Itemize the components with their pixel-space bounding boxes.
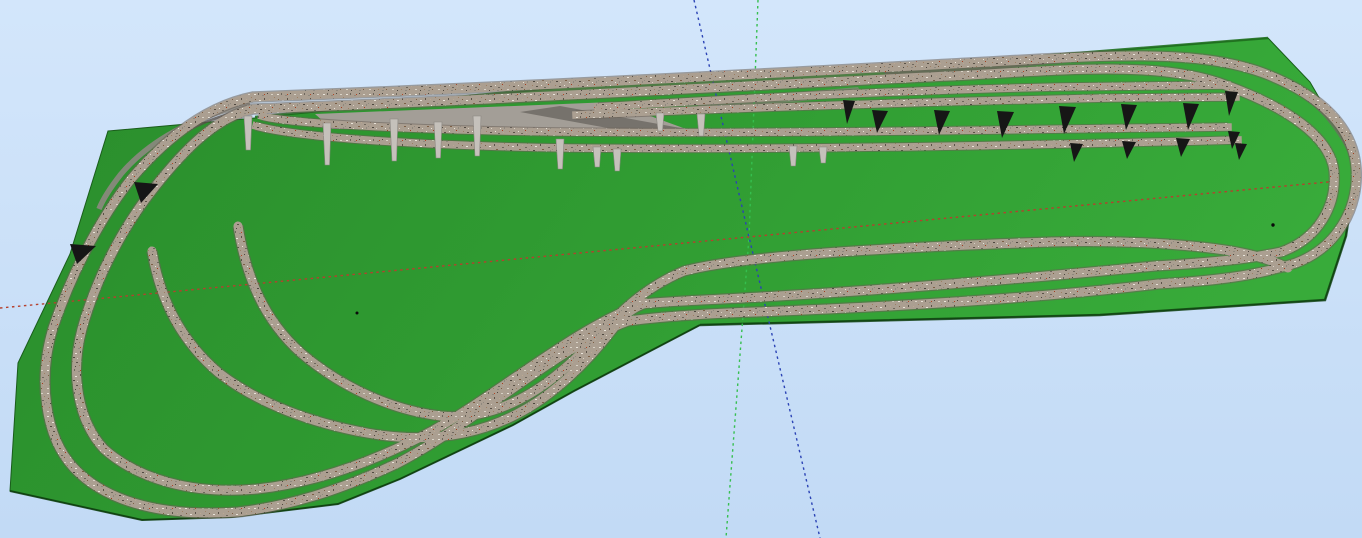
scene-canvas	[0, 0, 1362, 538]
3d-viewport[interactable]	[0, 0, 1362, 538]
speck	[1271, 223, 1274, 226]
speck	[356, 312, 359, 315]
